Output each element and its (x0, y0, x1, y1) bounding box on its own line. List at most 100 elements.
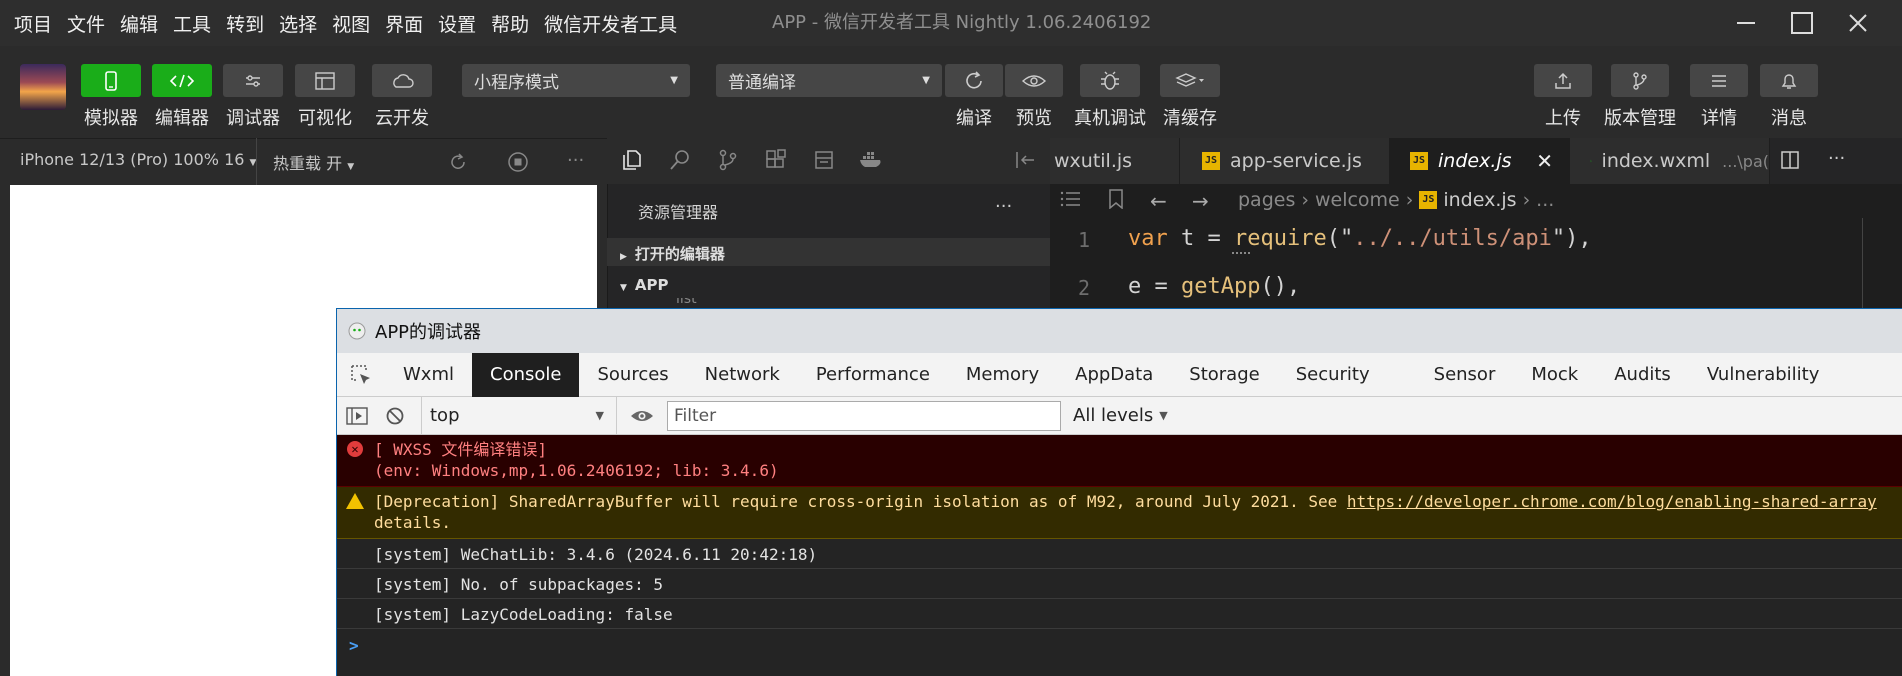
breadcrumb-item[interactable]: welcome (1315, 189, 1400, 211)
tab-wxutil[interactable]: wxutil.js (1050, 138, 1180, 184)
upload-button[interactable] (1534, 64, 1592, 97)
simulator-toggle-button[interactable] (81, 64, 141, 97)
editor-toggle-button[interactable] (152, 64, 212, 97)
code-line-1[interactable]: var t = require("../../utils/api"), (1128, 226, 1592, 251)
tab-network[interactable]: Network (687, 353, 798, 397)
messages-button[interactable] (1760, 64, 1818, 97)
tab-security[interactable]: Security (1278, 353, 1388, 397)
simulator-more-button[interactable]: ··· (567, 150, 584, 171)
minimize-button[interactable] (1718, 0, 1774, 46)
log-text: [system] LazyCodeLoading: false (374, 605, 673, 624)
filter-input[interactable]: Filter (667, 400, 1061, 431)
files-activity-button[interactable] (620, 148, 644, 176)
search-activity-button[interactable] (668, 148, 692, 176)
compile-button[interactable] (945, 64, 1003, 97)
code-line-2[interactable]: e = getApp(), (1128, 274, 1300, 299)
tab-index-js[interactable]: JS index.js ✕ (1390, 138, 1570, 184)
docker-activity-button[interactable] (858, 148, 884, 174)
js-file-icon: JS (1202, 152, 1220, 170)
cloud-toggle-button[interactable] (372, 64, 432, 97)
tab-audits[interactable]: Audits (1596, 353, 1689, 397)
menu-interface[interactable]: 界面 (385, 10, 423, 37)
menu-goto[interactable]: 转到 (226, 10, 264, 37)
debugger-title-bar[interactable]: APP的调试器 (337, 309, 1902, 353)
details-button[interactable] (1690, 64, 1748, 97)
tab-sensor[interactable]: Sensor (1416, 353, 1514, 397)
collapse-panel-button[interactable] (1014, 150, 1036, 174)
warning-link[interactable]: https://developer.chrome.com/blog/enabli… (1347, 492, 1877, 511)
docker-icon (860, 152, 881, 167)
editor-more-button[interactable]: ··· (1828, 148, 1845, 169)
device-select[interactable]: iPhone 12/13 (Pro) 100% 16 ▼ (20, 150, 256, 169)
menu-select[interactable]: 选择 (279, 10, 317, 37)
forward-button[interactable]: → (1192, 189, 1209, 213)
tab-vulnerability[interactable]: Vulnerability (1689, 353, 1838, 397)
project-root-header[interactable]: ▼ APP (620, 276, 669, 294)
compile-select[interactable]: 普通编译 ▼ (716, 64, 942, 97)
menu-view[interactable]: 视图 (332, 10, 370, 37)
inspect-element-button[interactable] (337, 364, 385, 386)
preview-button[interactable] (1005, 64, 1063, 97)
context-select[interactable]: top ▼ (421, 396, 617, 435)
explorer-item-partial[interactable]: list (676, 298, 756, 308)
menu-devtools[interactable]: 微信开发者工具 (544, 10, 677, 37)
mode-select[interactable]: 小程序模式 ▼ (462, 64, 690, 97)
tab-app-service[interactable]: JS app-service.js (1180, 138, 1390, 184)
tab-storage[interactable]: Storage (1171, 353, 1277, 397)
menu-help[interactable]: 帮助 (491, 10, 529, 37)
window-title: APP - 微信开发者工具 Nightly 1.06.2406192 (772, 12, 1152, 33)
tab-console[interactable]: Console (472, 352, 580, 397)
console-output[interactable]: ✕ [ WXSS 文件编译错误] (env: Windows,mp,1.06.2… (337, 435, 1902, 676)
warning-text-line2: details. (374, 513, 452, 532)
menu-project[interactable]: 项目 (14, 10, 52, 37)
menu-settings[interactable]: 设置 (438, 10, 476, 37)
extensions-activity-button[interactable] (764, 148, 788, 176)
console-prompt[interactable]: > (337, 631, 1902, 661)
console-message-error[interactable]: ✕ [ WXSS 文件编译错误] (env: Windows,mp,1.06.2… (337, 435, 1902, 487)
tab-appdata[interactable]: AppData (1057, 353, 1171, 397)
close-window-button[interactable] (1830, 0, 1886, 46)
console-message[interactable]: [system] LazyCodeLoading: false (337, 599, 1902, 629)
debugger-label: 调试器 (226, 108, 280, 129)
stop-button[interactable] (507, 151, 529, 177)
tab-performance[interactable]: Performance (798, 353, 948, 397)
menu-file[interactable]: 文件 (67, 10, 105, 37)
source-control-activity-button[interactable] (716, 148, 740, 176)
real-device-debug-button[interactable] (1080, 64, 1140, 97)
visual-toggle-button[interactable] (295, 64, 355, 97)
tab-index-wxml[interactable]: index.wxml ...\pa( (1570, 138, 1770, 184)
menu-tools[interactable]: 工具 (173, 10, 211, 37)
outline-list-button[interactable] (1060, 190, 1082, 212)
rotate-button[interactable] (447, 151, 469, 177)
console-message[interactable]: [system] WeChatLib: 3.4.6 (2024.6.11 20:… (337, 539, 1902, 569)
tab-memory[interactable]: Memory (948, 353, 1057, 397)
toggle-sidebar-button[interactable] (337, 406, 377, 426)
live-expression-button[interactable] (617, 408, 667, 424)
close-tab-icon[interactable]: ✕ (1536, 149, 1553, 173)
version-control-button[interactable] (1611, 64, 1669, 97)
tab-wxml[interactable]: Wxml (385, 353, 472, 397)
console-message[interactable]: [system] No. of subpackages: 5 (337, 569, 1902, 599)
avatar[interactable] (20, 64, 66, 110)
levels-select-value: All levels (1073, 405, 1154, 426)
split-editor-button[interactable] (1780, 150, 1800, 174)
clear-console-button[interactable] (377, 406, 413, 426)
maximize-button[interactable] (1774, 0, 1830, 46)
menu-edit[interactable]: 编辑 (120, 10, 158, 37)
levels-select[interactable]: All levels ▼ (1073, 405, 1168, 426)
debugger-toggle-button[interactable] (223, 64, 283, 97)
back-button[interactable]: ← (1150, 189, 1167, 213)
clear-cache-button[interactable] (1160, 64, 1220, 97)
explorer-more-button[interactable]: ··· (995, 196, 1012, 217)
outline-activity-button[interactable] (812, 148, 836, 176)
breadcrumb-item[interactable]: ... (1536, 189, 1554, 211)
tab-sources[interactable]: Sources (579, 353, 686, 397)
console-message-warning[interactable]: [Deprecation] SharedArrayBuffer will req… (337, 487, 1902, 539)
open-editors-header[interactable]: ▶ 打开的编辑器 (620, 243, 725, 264)
sliders-icon (246, 74, 260, 87)
bookmark-button[interactable] (1108, 189, 1124, 213)
tab-mock[interactable]: Mock (1513, 353, 1596, 397)
hot-reload-select[interactable]: 热重载 开 ▼ (273, 150, 354, 174)
breadcrumb-item[interactable]: index.js (1443, 189, 1516, 211)
breadcrumb-item[interactable]: pages (1238, 189, 1295, 211)
